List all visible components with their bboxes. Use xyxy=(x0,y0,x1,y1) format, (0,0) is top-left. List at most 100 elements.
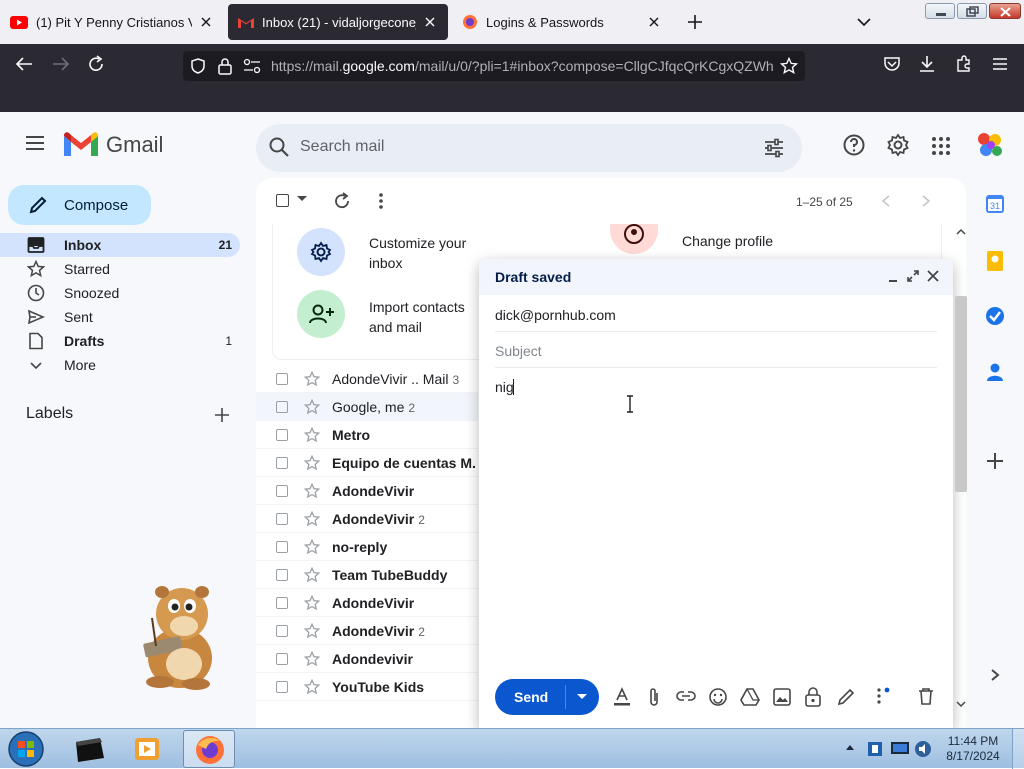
subject-field[interactable]: Subject xyxy=(495,332,937,368)
tab-logins[interactable]: Logins & Passwords xyxy=(452,4,672,40)
search-options-icon[interactable] xyxy=(763,137,785,159)
email-row[interactable]: AdondeVivir 2 xyxy=(256,505,478,533)
minimize-compose-icon[interactable] xyxy=(888,271,898,283)
calendar-icon[interactable]: 31 xyxy=(985,194,1005,214)
search-input[interactable]: Search mail xyxy=(300,138,384,156)
emoji-icon[interactable] xyxy=(708,687,728,707)
scrollbar[interactable] xyxy=(953,224,969,712)
newer-page-icon[interactable] xyxy=(880,194,892,208)
permissions-icon[interactable] xyxy=(243,58,261,74)
google-drive-icon[interactable] xyxy=(740,687,760,707)
row-checkbox[interactable] xyxy=(276,429,288,441)
new-tab-icon[interactable] xyxy=(683,10,707,34)
sidebar-item-starred[interactable]: Starred xyxy=(0,257,240,281)
email-row[interactable]: Adondevivir xyxy=(256,645,478,673)
gmail-logo-icon[interactable] xyxy=(64,132,98,158)
close-compose-icon[interactable] xyxy=(927,270,939,282)
lock-icon[interactable] xyxy=(217,57,233,75)
menu-icon[interactable] xyxy=(988,52,1012,76)
sidebar-item-sent[interactable]: Sent xyxy=(0,305,240,329)
start-button[interactable] xyxy=(6,730,46,768)
sidebar-item-drafts[interactable]: Drafts 1 xyxy=(0,329,240,353)
email-row[interactable]: AdondeVivir xyxy=(256,589,478,617)
bookmark-star-icon[interactable] xyxy=(780,57,798,75)
email-row[interactable]: AdondeVivir 2 xyxy=(256,617,478,645)
close-tab-icon[interactable] xyxy=(198,14,214,30)
email-row[interactable]: Team TubeBuddy xyxy=(256,561,478,589)
import-contacts-link[interactable]: Import contacts and mail xyxy=(369,297,465,337)
close-tab-icon[interactable] xyxy=(422,14,438,30)
row-checkbox[interactable] xyxy=(276,681,288,693)
close-window-button[interactable] xyxy=(989,3,1021,19)
close-tab-icon[interactable] xyxy=(646,14,662,30)
row-checkbox[interactable] xyxy=(276,401,288,413)
email-row[interactable]: Equipo de cuentas M. xyxy=(256,449,478,477)
send-button[interactable]: Send xyxy=(495,679,599,715)
system-clock[interactable]: 11:44 PM 8/17/2024 xyxy=(940,734,1006,764)
insert-link-icon[interactable] xyxy=(676,689,696,703)
account-avatar[interactable] xyxy=(974,130,1006,160)
star-icon[interactable] xyxy=(304,371,320,387)
subject-input[interactable]: Subject xyxy=(495,343,542,359)
reload-icon[interactable] xyxy=(84,52,108,76)
sidebar-item-inbox[interactable]: Inbox 21 xyxy=(0,233,240,257)
attach-file-icon[interactable] xyxy=(647,687,661,707)
extensions-icon[interactable] xyxy=(952,52,976,76)
insert-signature-icon[interactable] xyxy=(836,687,856,707)
email-row[interactable]: Google, me 2 xyxy=(256,393,478,421)
shield-icon[interactable] xyxy=(189,57,207,75)
email-row[interactable]: AdondeVivir xyxy=(256,477,478,505)
row-checkbox[interactable] xyxy=(276,625,288,637)
tab-list-chevron-icon[interactable] xyxy=(852,10,876,34)
star-icon[interactable] xyxy=(304,399,320,415)
compose-button[interactable]: Compose xyxy=(8,185,151,225)
row-checkbox[interactable] xyxy=(276,597,288,609)
email-row[interactable]: Metro xyxy=(256,421,478,449)
star-icon[interactable] xyxy=(304,511,320,527)
show-desktop-button[interactable] xyxy=(1012,729,1024,769)
star-icon[interactable] xyxy=(304,539,320,555)
import-contacts-icon[interactable] xyxy=(297,290,345,338)
address-bar[interactable]: https://mail.google.com/mail/u/0/?pli=1#… xyxy=(183,51,805,81)
email-row[interactable]: no-reply xyxy=(256,533,478,561)
compose-header[interactable]: Draft saved xyxy=(479,259,953,295)
help-icon[interactable] xyxy=(842,133,866,157)
email-row[interactable]: AdondeVivir .. Mail 3 xyxy=(256,365,478,393)
settings-gear-icon[interactable] xyxy=(886,133,910,157)
send-options-icon[interactable] xyxy=(577,694,587,700)
older-page-icon[interactable] xyxy=(920,194,932,208)
taskbar-firefox-button[interactable] xyxy=(183,730,235,768)
fullscreen-compose-icon[interactable] xyxy=(907,270,919,282)
customize-inbox-icon[interactable] xyxy=(297,228,345,276)
row-checkbox[interactable] xyxy=(276,541,288,553)
star-icon[interactable] xyxy=(304,427,320,443)
formatting-options-icon[interactable] xyxy=(613,687,631,707)
tray-app-icon[interactable] xyxy=(866,740,884,758)
downloads-icon[interactable] xyxy=(915,52,939,76)
add-label-icon[interactable] xyxy=(214,407,230,423)
row-checkbox[interactable] xyxy=(276,653,288,665)
tray-arrow-icon[interactable] xyxy=(845,743,855,751)
star-icon[interactable] xyxy=(304,651,320,667)
expand-side-panel-icon[interactable] xyxy=(990,668,1000,682)
star-icon[interactable] xyxy=(304,455,320,471)
row-checkbox[interactable] xyxy=(276,485,288,497)
insert-photo-icon[interactable] xyxy=(772,687,792,707)
url-text[interactable]: https://mail.google.com/mail/u/0/?pli=1#… xyxy=(271,58,776,74)
refresh-icon[interactable] xyxy=(333,192,351,210)
sidebar-item-snoozed[interactable]: Snoozed xyxy=(0,281,240,305)
get-addons-icon[interactable] xyxy=(986,452,1004,470)
star-icon[interactable] xyxy=(304,595,320,611)
more-options-icon[interactable] xyxy=(378,193,384,209)
back-icon[interactable] xyxy=(12,52,36,76)
forward-icon[interactable] xyxy=(49,52,73,76)
network-icon[interactable] xyxy=(890,741,910,757)
discard-draft-icon[interactable] xyxy=(918,687,934,705)
star-icon[interactable] xyxy=(304,483,320,499)
more-compose-options-icon[interactable] xyxy=(875,687,891,705)
customize-inbox-link[interactable]: Customize your inbox xyxy=(369,233,466,273)
confidential-mode-icon[interactable] xyxy=(804,686,822,708)
star-icon[interactable] xyxy=(304,623,320,639)
main-menu-icon[interactable] xyxy=(24,134,46,152)
search-icon[interactable] xyxy=(268,136,290,158)
